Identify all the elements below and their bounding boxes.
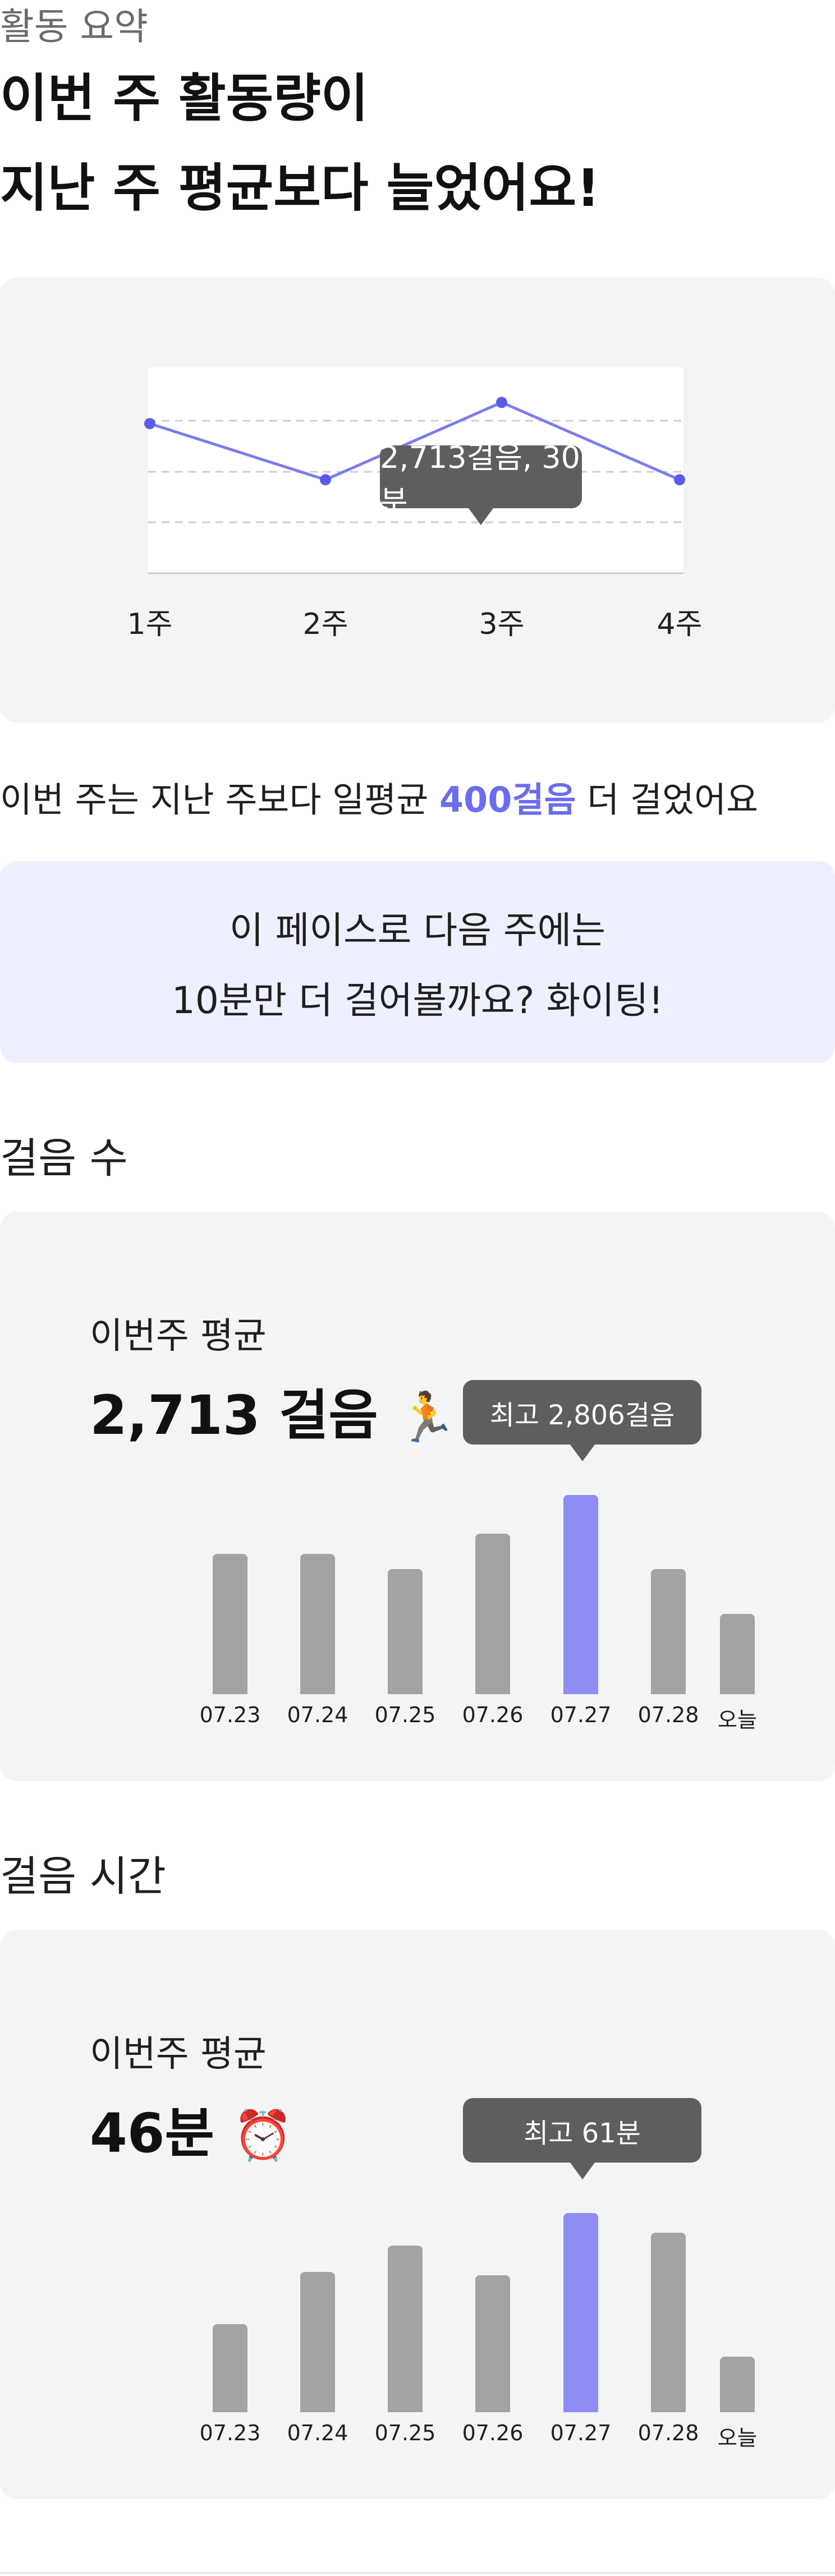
bar-07.24[interactable] [300,2271,335,2412]
day-label-07.28: 07.28 [637,1703,699,1727]
day-label-07.24: 07.24 [287,1703,348,1727]
day-label-07.24: 07.24 [287,2421,348,2445]
comparison-highlight: 400걸음 [439,779,576,820]
steps-max-tooltip-text: 최고 2,806걸음 [489,1399,675,1431]
headline-line-2: 지난 주 평균보다 늘었어요! [0,158,600,218]
walk-time-card: 이번주 평균 46분 ⏰ 최고 61분 07.23 07.24 07.25 07.26… [0,1930,835,2499]
steps-card: 이번주 평균 2,713 걸음 🏃 최고 2,806걸음 07.23 07.24 0… [0,1212,835,1781]
day-label-07.25: 07.25 [374,2421,436,2445]
bar-07.28[interactable] [651,1569,686,1694]
bottom-divider [0,2572,835,2574]
weekly-tooltip: 2,713걸음, 30분 [380,440,582,525]
day-label-07.27: 07.27 [550,1703,612,1727]
weekly-chart-card: 2,713걸음, 30분 1주 2주 3주 4주 [0,278,835,723]
day-label-07.23: 07.23 [199,1703,261,1727]
week-label-4: 4주 [657,608,703,641]
steps-max-tooltip: 최고 2,806걸음 [463,1380,701,1461]
day-label-오늘: 오늘 [718,2426,757,2450]
day-label-07.26: 07.26 [462,2421,524,2445]
walk-time-avg-number: 46분 [90,2102,214,2165]
steps-avg-number: 2,713 걸음 [90,1384,378,1447]
bar-07.24[interactable] [300,1553,335,1694]
bar-07.28[interactable] [651,2232,686,2412]
alarm-clock-icon: ⏰ [233,2108,293,2164]
day-label-07.27: 07.27 [550,2421,612,2445]
walk-time-bar-chart: 07.23 07.24 07.25 07.26 07.27 07.28 오늘 [0,2191,835,2474]
day-label-07.28: 07.28 [637,2421,699,2445]
week-label-3: 3주 [479,608,525,641]
bar-07.26[interactable] [475,2275,510,2412]
weekly-tooltip-text: 2,713걸음, 30분 [380,440,580,519]
comparison-text: 이번 주는 지난 주보다 일평균 400걸음 더 걸었어요 [0,771,758,822]
bar-07.27[interactable] [563,2213,598,2412]
comparison-prefix: 이번 주는 지난 주보다 일평균 [0,779,429,820]
day-label-07.23: 07.23 [199,2421,261,2445]
week-label-2: 2주 [302,608,348,641]
bar-07.23[interactable] [213,1553,247,1694]
steps-avg-label: 이번주 평균 [90,1315,267,1357]
walk-time-avg-value: 46분 ⏰ [90,2090,293,2168]
comparison-suffix: 더 걸었어요 [587,779,759,820]
day-label-오늘: 오늘 [718,1708,757,1732]
bar-07.25[interactable] [388,1569,423,1694]
bar-오늘[interactable] [720,1614,755,1694]
bar-07.27[interactable] [563,1495,598,1694]
walk-time-avg-label: 이번주 평균 [90,2034,267,2075]
bar-07.26[interactable] [475,1534,510,1694]
encourage-line-1: 이 페이스로 다음 주에는 [229,909,606,952]
runner-icon: 🏃 [397,1390,457,1446]
week-label-1: 1주 [127,608,173,641]
bar-오늘[interactable] [720,2357,755,2412]
encourage-card: 이 페이스로 다음 주에는 10분만 더 걸어볼까요? 화이팅! [0,861,835,1063]
day-label-07.25: 07.25 [374,1703,436,1727]
section-label: 활동 요약 [0,5,148,48]
encourage-line-2: 10분만 더 걸어볼까요? 화이팅! [171,979,664,1022]
bar-07.25[interactable] [388,2246,423,2412]
walk-time-max-tooltip-text: 최고 61분 [524,2117,641,2149]
bar-07.23[interactable] [213,2324,247,2412]
walk-time-section-title: 걸음 시간 [0,1852,166,1901]
data-point-1주[interactable] [144,418,155,430]
steps-avg-value: 2,713 걸음 🏃 [90,1372,457,1450]
steps-section-title: 걸음 수 [0,1134,128,1183]
data-point-3주[interactable] [496,397,507,408]
data-point-2주[interactable] [320,474,331,486]
steps-bar-chart: 07.23 07.24 07.25 07.26 07.27 07.28 오늘 [0,1473,835,1756]
day-label-07.26: 07.26 [462,1703,524,1727]
walk-time-max-tooltip: 최고 61분 [463,2098,701,2179]
headline-line-1: 이번 주 활동량이 [0,68,369,128]
data-point-4주[interactable] [674,474,685,486]
